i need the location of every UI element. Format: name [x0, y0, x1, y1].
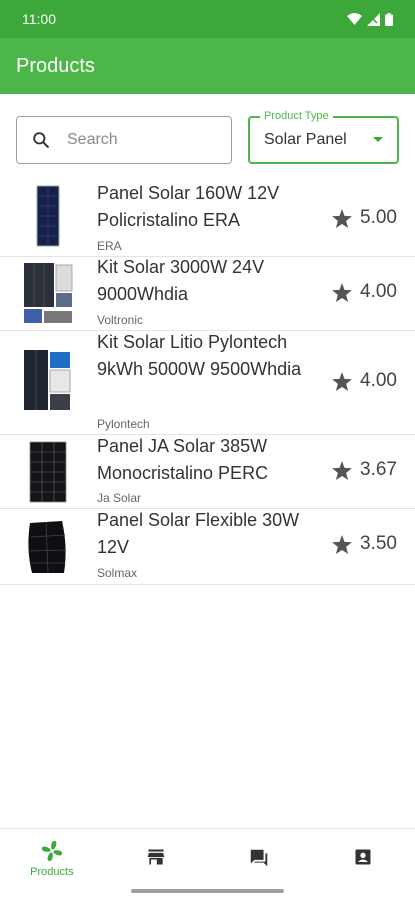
search-box[interactable] [16, 116, 232, 164]
rating-value: 3.50 [360, 533, 397, 554]
product-brand: Solmax [97, 566, 138, 580]
product-image [22, 348, 74, 414]
star-icon [332, 282, 352, 302]
product-name: Panel Solar Flexible 30W 12V [97, 510, 300, 557]
product-row[interactable]: Panel Solar Flexible 30W 12V Solmax 3.50 [0, 509, 415, 585]
product-row[interactable]: Panel JA Solar 385W Monocristalino PERC … [0, 435, 415, 509]
fan-icon [41, 840, 63, 862]
search-icon [33, 132, 50, 149]
product-image [22, 440, 74, 504]
page-title: Products [16, 54, 95, 77]
product-image [22, 184, 74, 248]
product-rating: 3.67 [332, 459, 397, 481]
product-name: Panel JA Solar 385W Monocristalino PERC [97, 436, 269, 483]
signal-icon [367, 12, 380, 26]
star-icon [332, 534, 352, 554]
product-row[interactable]: Kit Solar 3000W 24V 9000Whdia Voltronic … [0, 257, 415, 331]
product-list: Panel Solar 160W 12V Policristalino ERA … [0, 180, 415, 585]
filters-row: Product Type Solar Panel [16, 110, 399, 166]
nav-item-contact[interactable] [311, 829, 415, 900]
app-bar: Products [0, 38, 415, 94]
product-rating: 4.00 [332, 370, 397, 392]
product-name: Kit Solar 3000W 24V 9000Whdia [97, 257, 265, 304]
contact-icon [355, 849, 371, 865]
star-icon [332, 208, 352, 228]
product-row[interactable]: Panel Solar 160W 12V Policristalino ERA … [0, 180, 415, 257]
dropdown-arrow-icon [373, 137, 383, 142]
status-bar: 11:00 [0, 0, 415, 38]
product-brand: ERA [97, 239, 122, 253]
status-icons [347, 12, 393, 26]
product-rating: 3.50 [332, 533, 397, 555]
wifi-icon [347, 13, 362, 25]
chat-icon [251, 849, 268, 867]
product-rating: 5.00 [332, 207, 397, 229]
product-type-value: Solar Panel [264, 131, 347, 148]
product-brand: Ja Solar [97, 491, 142, 505]
battery-icon [385, 12, 393, 26]
product-rating: 4.00 [332, 281, 397, 303]
store-icon [147, 849, 164, 865]
rating-value: 4.00 [360, 281, 397, 302]
rating-value: 3.67 [360, 459, 397, 480]
product-type-label: Product Type [260, 110, 333, 122]
product-image [22, 261, 74, 325]
nav-item-products[interactable]: Products [0, 829, 104, 900]
nav-label-products: Products [30, 866, 74, 878]
rating-value: 4.00 [360, 370, 397, 391]
star-icon [332, 371, 352, 391]
star-icon [332, 460, 352, 480]
product-type-select[interactable]: Product Type Solar Panel [248, 110, 399, 164]
product-brand: Pylontech [97, 417, 150, 431]
rating-value: 5.00 [360, 207, 397, 228]
product-image [22, 519, 74, 575]
home-indicator[interactable] [131, 889, 284, 893]
product-name: Kit Solar Litio Pylontech 9kWh 5000W 950… [97, 332, 302, 379]
product-brand: Voltronic [97, 313, 144, 327]
product-row[interactable]: Kit Solar Litio Pylontech 9kWh 5000W 950… [0, 331, 415, 435]
status-time: 11:00 [22, 11, 56, 27]
product-name: Panel Solar 160W 12V Policristalino ERA [97, 183, 280, 230]
search-input[interactable] [67, 131, 207, 149]
